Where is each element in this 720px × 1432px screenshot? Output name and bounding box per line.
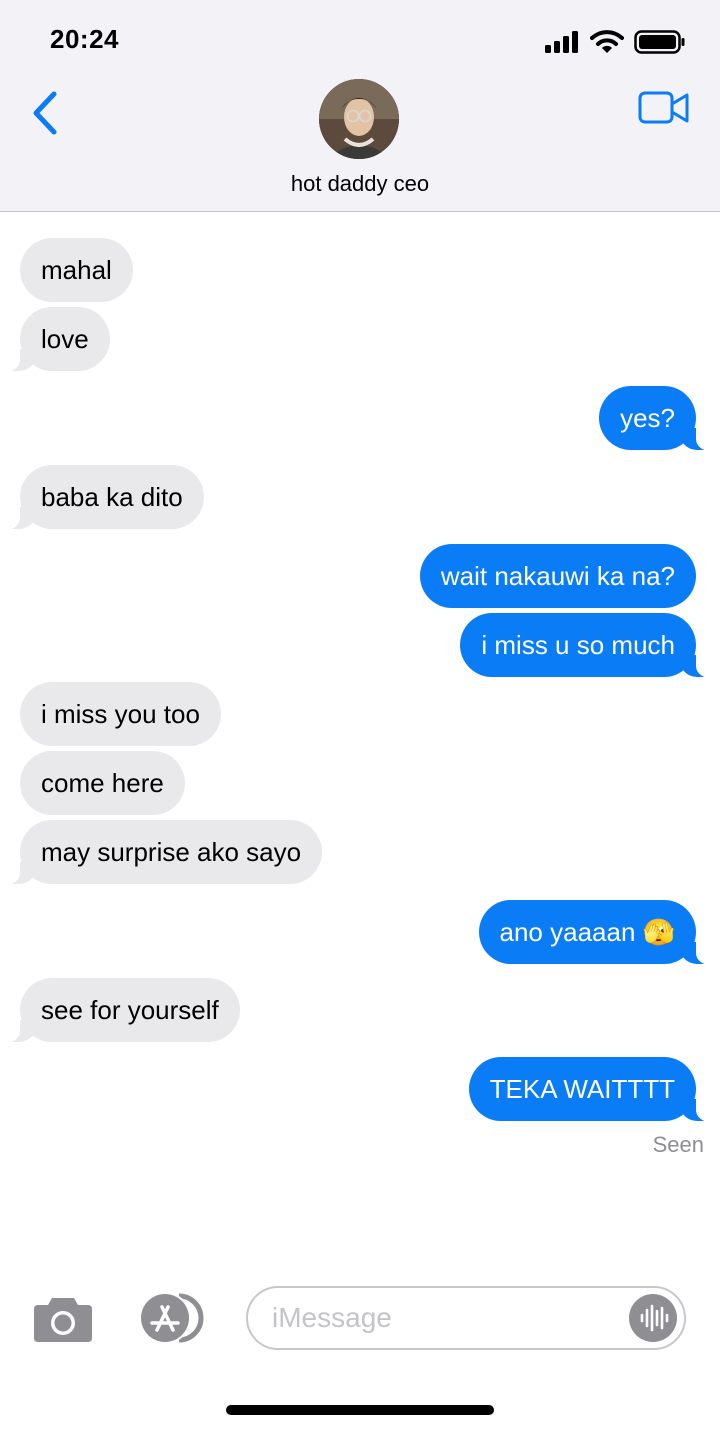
- app-store-icon: [139, 1292, 204, 1344]
- outgoing-message[interactable]: yes?: [599, 386, 720, 451]
- contact-avatar[interactable]: [319, 79, 399, 159]
- contact-name[interactable]: hot daddy ceo: [0, 171, 720, 197]
- home-indicator[interactable]: [226, 1405, 494, 1415]
- outgoing-message[interactable]: i miss u so much: [460, 613, 720, 678]
- dictation-button[interactable]: [629, 1294, 677, 1342]
- status-icons: [544, 26, 686, 58]
- outgoing-message[interactable]: ano yaaaan 🫣: [478, 900, 720, 965]
- incoming-message[interactable]: come here: [20, 751, 185, 815]
- incoming-message[interactable]: mahal: [20, 238, 133, 302]
- facetime-video-icon: [638, 91, 689, 124]
- message-thread[interactable]: mahal love yes? baba ka dito wait nakauw…: [0, 212, 720, 1272]
- message-input[interactable]: iMessage: [246, 1286, 686, 1350]
- back-chevron-icon: [33, 91, 57, 135]
- app-store-button[interactable]: [135, 1292, 207, 1344]
- wifi-icon: [590, 30, 624, 53]
- outgoing-message[interactable]: wait nakauwi ka na?: [419, 544, 696, 608]
- incoming-message[interactable]: i miss you too: [20, 682, 221, 746]
- composer-bar: iMessage: [0, 1270, 720, 1370]
- message-input-placeholder: iMessage: [272, 1302, 392, 1333]
- status-time: 20:24: [50, 24, 119, 54]
- camera-icon: [34, 1298, 92, 1342]
- conversation-header: 20:24 hot daddy ceo: [0, 0, 720, 212]
- read-receipt: Seen: [652, 1132, 704, 1157]
- outgoing-message[interactable]: TEKA WAITTTT: [468, 1057, 720, 1122]
- camera-button[interactable]: [32, 1294, 94, 1344]
- battery-icon: [634, 30, 685, 54]
- avatar-photo: [319, 79, 399, 159]
- incoming-message[interactable]: see for yourself: [0, 978, 240, 1043]
- back-button[interactable]: [26, 88, 66, 138]
- incoming-message[interactable]: may surprise ako sayo: [0, 820, 323, 885]
- facetime-button[interactable]: [638, 90, 690, 126]
- cellular-signal-icon: [545, 31, 578, 53]
- audio-waveform-icon: [640, 1304, 669, 1332]
- incoming-message[interactable]: baba ka dito: [0, 465, 204, 530]
- incoming-message[interactable]: love: [0, 307, 110, 372]
